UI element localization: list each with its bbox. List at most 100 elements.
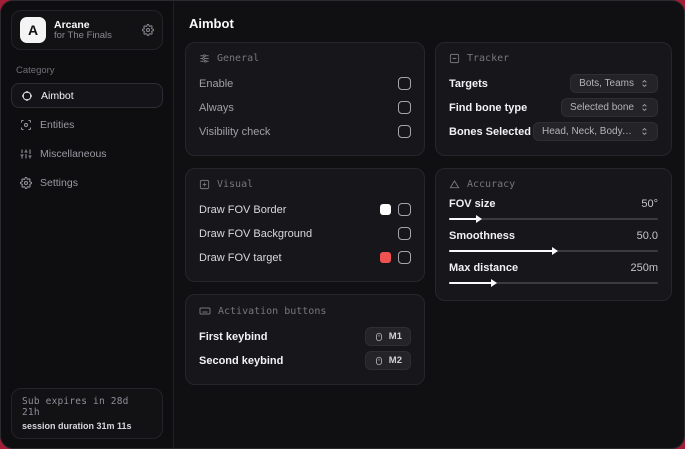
page-title: Aimbot <box>189 16 234 31</box>
slider-value: 250m <box>630 262 658 274</box>
slider-thumb[interactable] <box>551 247 558 255</box>
plus-square-icon <box>199 179 210 190</box>
bones-selected-select[interactable]: Head, Neck, Body, Pe... <box>533 122 658 141</box>
setting-row-first-keybind: First keybind M1 <box>199 325 411 348</box>
activation-buttons-card: Activation buttons First keybind M1 Seco… <box>185 294 425 385</box>
draw-fov-target-checkbox[interactable] <box>398 251 411 264</box>
app-window: A Arcane for The Finals Category Aimbot <box>0 0 685 449</box>
card-title: Tracker <box>467 53 510 64</box>
slider-value: 50° <box>641 198 658 210</box>
keybind-value: M1 <box>388 331 402 342</box>
session-duration-text: session duration 31m 11s <box>22 421 132 431</box>
enable-checkbox[interactable] <box>398 77 411 90</box>
app-logo-card: A Arcane for The Finals <box>11 10 163 50</box>
color-swatch[interactable] <box>380 252 391 263</box>
app-subtitle: for The Finals <box>54 29 112 41</box>
accuracy-card: Accuracy FOV size 50° Smoothness 50.0 Ma… <box>435 168 672 301</box>
color-swatch[interactable] <box>380 204 391 215</box>
select-value: Bots, Teams <box>579 78 634 89</box>
setting-row-always: Always <box>199 96 411 119</box>
setting-label: Smoothness <box>449 230 516 242</box>
setting-row-max-distance: Max distance 250m <box>449 262 658 288</box>
minus-square-icon <box>449 53 460 64</box>
setting-row-draw-fov-target: Draw FOV target <box>199 246 411 269</box>
always-checkbox[interactable] <box>398 101 411 114</box>
setting-row-enable: Enable <box>199 72 411 95</box>
mouse-icon <box>374 356 384 366</box>
main-panel: Aimbot General Enable Always Visibility … <box>174 1 684 448</box>
targets-select[interactable]: Bots, Teams <box>570 74 658 93</box>
slider-thumb[interactable] <box>490 279 497 287</box>
keybind-value: M2 <box>388 355 402 366</box>
crosshair-icon <box>21 90 33 102</box>
triangle-icon <box>449 179 460 190</box>
gear-icon <box>20 176 32 189</box>
draw-fov-border-checkbox[interactable] <box>398 203 411 216</box>
setting-label: Draw FOV Border <box>199 203 287 216</box>
sidebar-item-label: Entities <box>40 118 75 131</box>
setting-label: Second keybind <box>199 354 284 367</box>
setting-label: Visibility check <box>199 125 271 138</box>
find-bone-type-select[interactable]: Selected bone <box>561 98 658 117</box>
sidebar-item-entities[interactable]: Entities <box>11 112 163 137</box>
setting-label: Draw FOV target <box>199 251 282 264</box>
setting-label: FOV size <box>449 198 496 210</box>
mouse-icon <box>374 332 384 342</box>
setting-label: Targets <box>449 77 488 90</box>
select-value: Head, Neck, Body, Pe... <box>542 126 634 137</box>
setting-label: Always <box>199 101 234 114</box>
chevrons-up-down-icon <box>640 127 649 136</box>
app-title-block: Arcane for The Finals <box>54 19 134 42</box>
chevrons-up-down-icon <box>640 79 649 88</box>
tracker-card: Tracker Targets Bots, Teams Find bone ty… <box>435 42 672 156</box>
setting-row-second-keybind: Second keybind M2 <box>199 349 411 372</box>
sidebar-item-label: Aimbot <box>41 89 74 102</box>
setting-row-fov-size: FOV size 50° <box>449 198 658 224</box>
setting-label: Bones Selected <box>449 125 531 138</box>
setting-row-bones-selected: Bones Selected Head, Neck, Body, Pe... <box>449 120 658 143</box>
draw-fov-background-checkbox[interactable] <box>398 227 411 240</box>
app-name: Arcane <box>54 18 90 31</box>
card-title: Visual <box>217 179 254 190</box>
scan-icon <box>20 119 32 131</box>
visual-card: Visual Draw FOV Border Draw FOV Backgrou… <box>185 168 425 282</box>
setting-label: Enable <box>199 77 234 90</box>
sidebar-item-miscellaneous[interactable]: Miscellaneous <box>11 141 163 166</box>
sidebar: A Arcane for The Finals Category Aimbot <box>1 1 174 448</box>
sidebar-item-label: Settings <box>40 176 78 189</box>
setting-row-smoothness: Smoothness 50.0 <box>449 230 658 256</box>
smoothness-slider[interactable] <box>449 246 658 256</box>
slider-value: 50.0 <box>636 230 658 242</box>
slider-thumb[interactable] <box>476 215 483 223</box>
sidebar-item-label: Miscellaneous <box>40 147 107 160</box>
sliders-horizontal-icon <box>199 53 210 64</box>
fov-size-slider[interactable] <box>449 214 658 224</box>
setting-row-draw-fov-background: Draw FOV Background <box>199 222 411 245</box>
first-keybind-button[interactable]: M1 <box>364 327 411 346</box>
setting-label: Max distance <box>449 262 519 274</box>
visibility-check-checkbox[interactable] <box>398 125 411 138</box>
sidebar-nav: Aimbot Entities Miscellaneous Settings <box>1 83 173 195</box>
card-title: Accuracy <box>467 179 516 190</box>
setting-row-draw-fov-border: Draw FOV Border <box>199 198 411 221</box>
select-value: Selected bone <box>570 102 634 113</box>
sub-expiry-text: Sub expires in 28d 21h <box>22 396 129 418</box>
setting-row-visibility-check: Visibility check <box>199 120 411 143</box>
app-logo: A <box>20 17 46 43</box>
chevrons-up-down-icon <box>640 103 649 112</box>
setting-label: Find bone type <box>449 101 528 114</box>
sliders-icon <box>20 148 32 160</box>
card-title: Activation buttons <box>218 305 327 317</box>
sidebar-item-settings[interactable]: Settings <box>11 170 163 195</box>
setting-row-find-bone-type: Find bone type Selected bone <box>449 96 658 119</box>
general-card: General Enable Always Visibility check <box>185 42 425 156</box>
sidebar-item-aimbot[interactable]: Aimbot <box>11 83 163 108</box>
setting-row-targets: Targets Bots, Teams <box>449 72 658 95</box>
card-title: General <box>217 53 260 64</box>
gear-icon[interactable] <box>142 24 154 36</box>
max-distance-slider[interactable] <box>449 278 658 288</box>
setting-label: First keybind <box>199 330 268 343</box>
subscription-info-card: Sub expires in 28d 21h session duration … <box>11 388 163 439</box>
second-keybind-button[interactable]: M2 <box>364 351 411 370</box>
category-label: Category <box>16 65 55 76</box>
